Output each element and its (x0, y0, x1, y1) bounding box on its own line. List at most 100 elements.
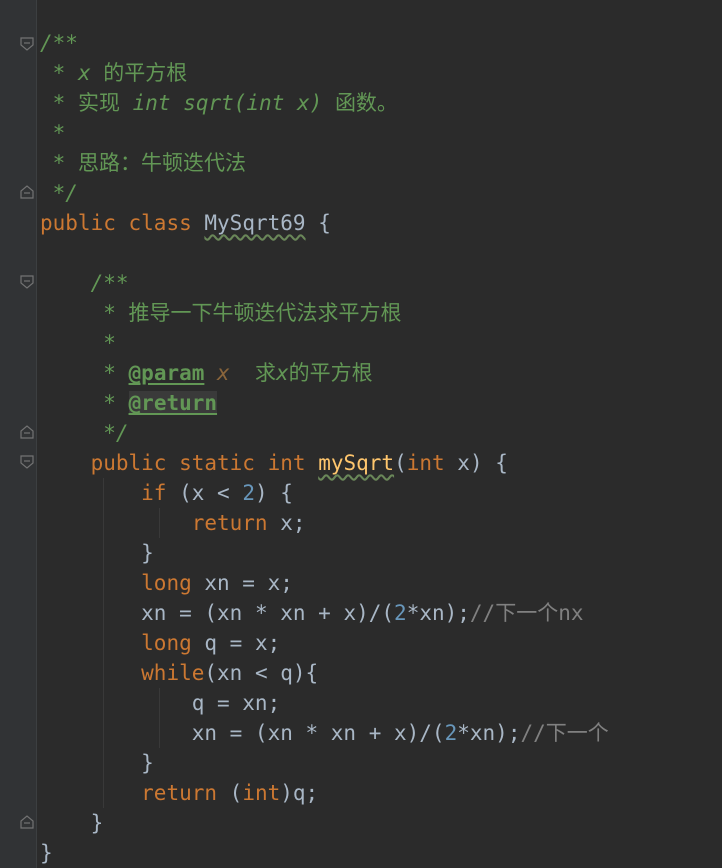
expression: (x < (166, 481, 243, 505)
doc-comment: */ (103, 421, 129, 445)
param-name: x (217, 361, 230, 385)
expression: ) { (254, 481, 293, 505)
keyword: return (191, 511, 268, 535)
doc-comment: 推导一下牛顿迭代法求平方根 (128, 301, 402, 325)
code-editor[interactable]: /** * x 的平方根 * 实现 int sqrt(int x) 函数。 * … (0, 0, 722, 868)
code-line: */ (40, 178, 78, 208)
brace: { (318, 211, 331, 235)
expression: (xn < q){ (204, 661, 319, 685)
code-line: xn = (xn * xn + x)/(2*xn);//下一个 (40, 718, 609, 748)
code-line: q = xn; (40, 688, 281, 718)
doc-comment: */ (52, 181, 78, 205)
keyword: int (406, 451, 445, 475)
brace: } (40, 841, 53, 865)
code-line: * 思路：牛顿迭代法 (40, 148, 246, 178)
expression: xn = (xn * xn + x)/( (141, 601, 395, 625)
fold-close-icon[interactable] (19, 424, 35, 440)
code-line: * 推导一下牛顿迭代法求平方根 (40, 298, 402, 328)
class-name[interactable]: MySqrt69 (204, 211, 305, 235)
doc-comment: x (77, 61, 91, 85)
expression: x; (267, 511, 306, 535)
code-line: return (int)q; (40, 778, 318, 808)
number-literal: 2 (444, 721, 458, 745)
fold-open-icon[interactable] (19, 36, 35, 52)
code-line: * (40, 328, 116, 358)
code-line: } (40, 748, 154, 778)
doc-comment: /** (40, 31, 78, 55)
code-line: long q = x; (40, 628, 280, 658)
doc-comment: * (103, 391, 116, 415)
brace: } (90, 811, 104, 835)
expression: xn = x; (191, 571, 293, 595)
doc-comment: * (52, 61, 66, 85)
doc-comment: 思路：牛顿迭代法 (77, 151, 246, 175)
doc-comment: 函数。 (334, 91, 398, 115)
code-line: /** (40, 268, 129, 298)
doc-comment: 的平方根 (103, 61, 188, 85)
code-line: xn = (xn * xn + x)/(2*xn);//下一个nx (40, 598, 584, 628)
keyword: if (141, 481, 167, 505)
number-literal: 2 (394, 601, 407, 625)
doc-comment: * (103, 301, 116, 325)
expression: q = x; (191, 631, 281, 655)
line-comment: // (469, 601, 496, 625)
javadoc-tag[interactable]: @param (129, 361, 205, 385)
line-comment: nx (558, 601, 584, 625)
keyword: public (90, 451, 167, 475)
doc-comment: * (103, 331, 116, 355)
method-name[interactable]: mySqrt (318, 451, 394, 475)
keyword: while (141, 661, 205, 685)
doc-comment: * (52, 91, 66, 115)
keyword: int (267, 451, 306, 475)
expression: )q; (280, 781, 319, 805)
doc-comment: * (103, 361, 116, 385)
expression: ( (217, 781, 243, 805)
javadoc-tag[interactable]: @return (128, 391, 218, 415)
code-line: * @return (40, 388, 218, 418)
keyword: long (141, 571, 192, 595)
doc-comment: 求 (255, 361, 276, 385)
code-line: * x 的平方根 (40, 58, 188, 88)
code-line: /** (40, 28, 78, 58)
gutter-separator (36, 0, 37, 868)
fold-open-icon[interactable] (19, 454, 35, 470)
doc-comment: * (52, 151, 66, 175)
keyword: int (242, 781, 281, 805)
keyword: return (141, 781, 218, 805)
code-line: * 实现 int sqrt(int x) 函数。 (40, 88, 398, 118)
code-area[interactable]: /** * x 的平方根 * 实现 int sqrt(int x) 函数。 * … (40, 0, 722, 868)
line-comment: 下一个 (545, 721, 609, 745)
doc-comment: * (52, 121, 66, 145)
doc-comment: x (276, 361, 289, 385)
brace: } (141, 541, 154, 565)
code-line: */ (40, 418, 129, 448)
doc-comment: 的平方根 (288, 361, 373, 385)
number-literal: 2 (242, 481, 255, 505)
code-line: public static int mySqrt(int x) { (40, 448, 508, 478)
code-line: public class MySqrt69 { (40, 208, 331, 238)
fold-close-icon[interactable] (19, 814, 35, 830)
code-line: } (40, 838, 53, 868)
expression: *xn); (457, 721, 521, 745)
code-line: } (40, 538, 154, 568)
fold-close-icon[interactable] (19, 184, 35, 200)
code-line: long xn = x; (40, 568, 293, 598)
code-line: return x; (40, 508, 306, 538)
code-line: if (x < 2) { (40, 478, 293, 508)
code-line: } (40, 808, 104, 838)
keyword: static (179, 451, 255, 475)
params: x) { (444, 451, 508, 475)
code-line: * @param x 求x的平方根 (40, 358, 373, 388)
keyword: long (141, 631, 192, 655)
line-comment: 下一个 (495, 601, 559, 625)
expression: *xn); (406, 601, 470, 625)
doc-comment: int sqrt(int x) (132, 91, 323, 115)
fold-open-icon[interactable] (19, 274, 35, 290)
doc-comment: 实现 (77, 91, 120, 115)
paren: ( (394, 451, 407, 475)
brace: } (141, 751, 154, 775)
code-line: while(xn < q){ (40, 658, 318, 688)
expression: q = xn; (191, 691, 281, 715)
line-comment: // (520, 721, 546, 745)
keyword: public (40, 211, 116, 235)
